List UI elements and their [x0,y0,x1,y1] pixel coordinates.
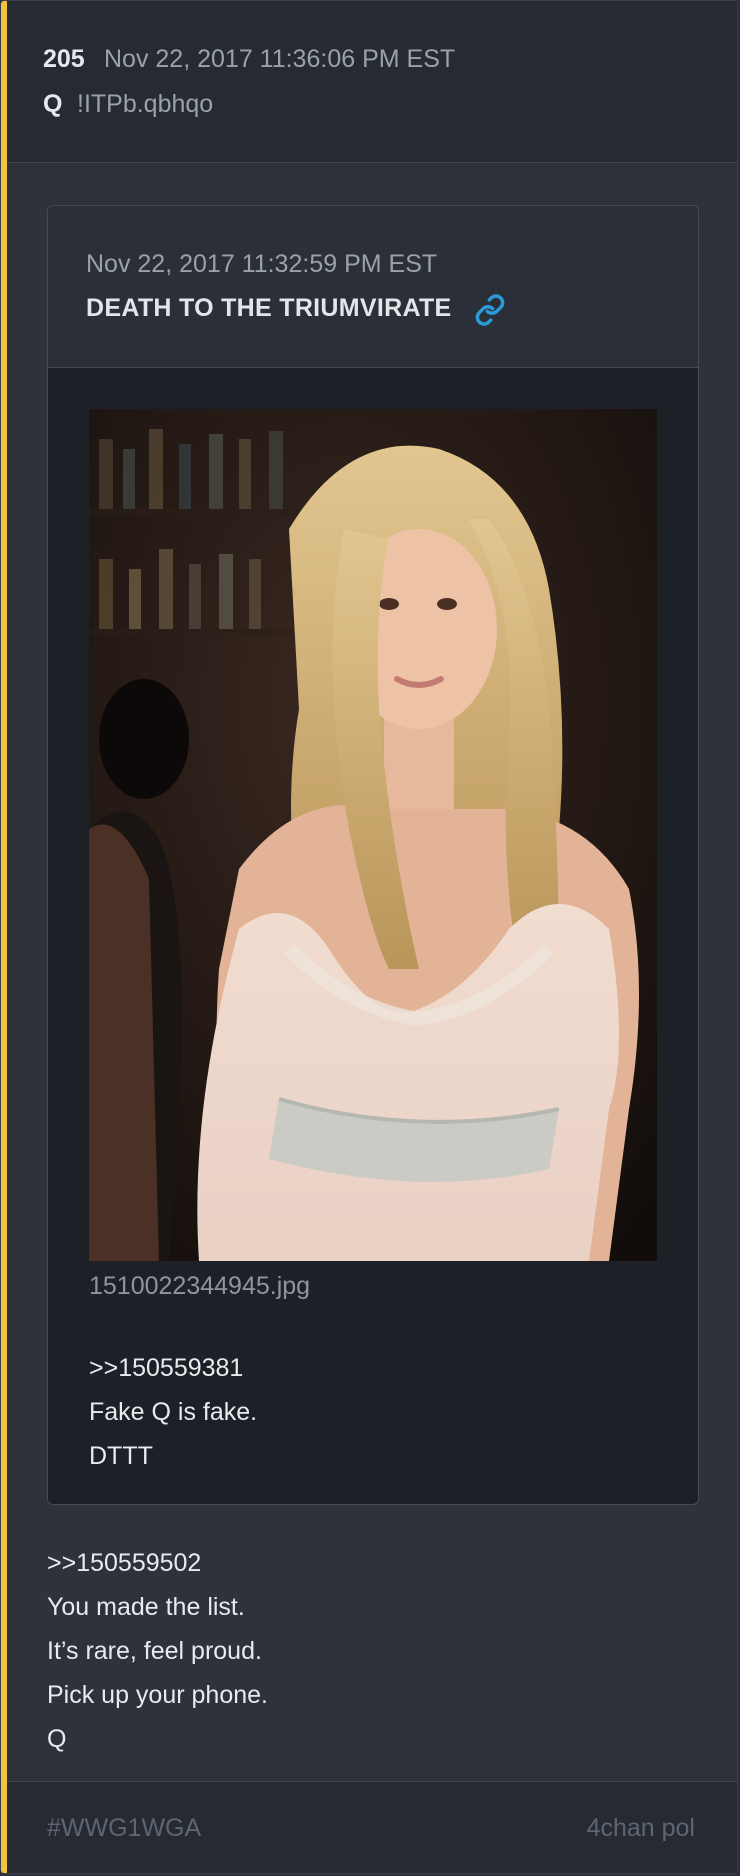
post-body-line: It’s rare, feel proud. [47,1637,262,1665]
post-card: 205 Nov 22, 2017 11:36:06 PM EST Q !ITPb… [0,0,738,1874]
hashtag[interactable]: #WWG1WGA [47,1814,201,1843]
quoted-body-line: DTTT [89,1442,153,1470]
post-number: 205 [43,45,85,73]
reply-link[interactable]: >>150559502 [47,1541,268,1585]
source-label: 4chan pol [586,1814,695,1842]
post-header: 205 Nov 22, 2017 11:36:06 PM EST Q !ITPb… [7,1,737,163]
quoted-body: >>150559381 Fake Q is fake. DTTT [89,1346,257,1478]
post-body-line: Pick up your phone. [47,1681,268,1709]
quoted-body-line: Fake Q is fake. [89,1398,258,1426]
quoted-post-header: Nov 22, 2017 11:32:59 PM EST DEATH TO TH… [48,206,698,368]
post-footer: #WWG1WGA 4chan pol [7,1781,737,1873]
post-timestamp: Nov 22, 2017 11:36:06 PM EST [104,45,456,73]
post-tripcode: !ITPb.qbhqo [77,90,214,118]
link-icon[interactable] [474,294,506,326]
accent-bar [1,1,7,1873]
post-image[interactable] [89,409,657,1261]
post-body-line: You made the list. [47,1593,245,1621]
post-body-line: Q [47,1725,67,1753]
quoted-title: DEATH TO THE TRIUMVIRATE [86,294,452,322]
post-body: >>150559502 You made the list. It’s rare… [47,1541,268,1761]
quoted-reply-link[interactable]: >>150559381 [89,1346,257,1390]
quoted-post: Nov 22, 2017 11:32:59 PM EST DEATH TO TH… [47,205,699,1505]
image-filename[interactable]: 1510022344945.jpg [89,1272,310,1301]
quoted-timestamp: Nov 22, 2017 11:32:59 PM EST [86,250,438,278]
post-author: Q [43,90,63,118]
